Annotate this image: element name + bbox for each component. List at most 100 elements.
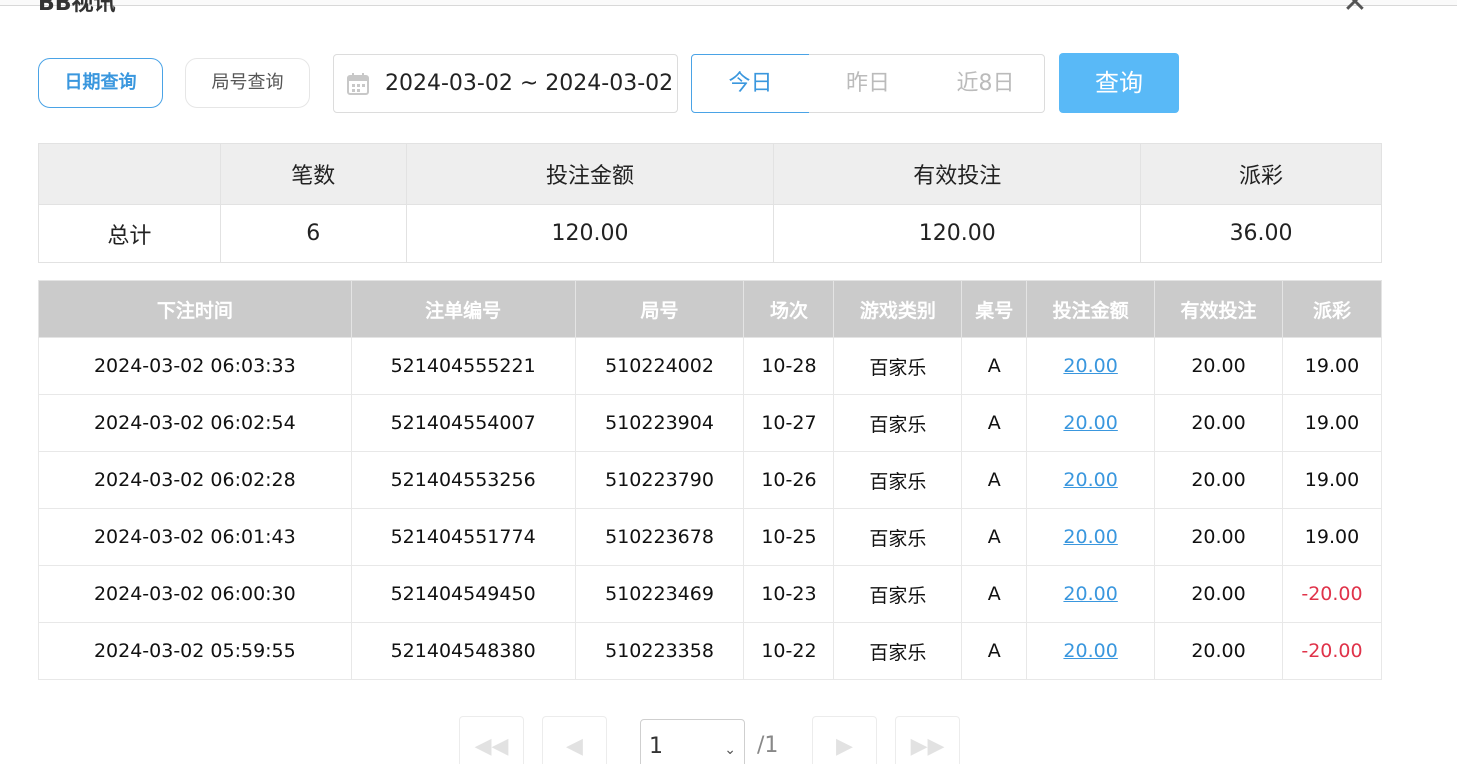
bet-amount-link[interactable]: 20.00	[1026, 622, 1156, 680]
dialog-title: BB视讯	[38, 0, 116, 16]
table-no-cell: A	[961, 508, 1028, 566]
close-icon[interactable]: ✕	[1340, 0, 1370, 18]
valid-bet-cell: 20.00	[1154, 508, 1283, 566]
query-button[interactable]: 查询	[1059, 53, 1179, 113]
header-payout: 派彩	[1281, 280, 1383, 338]
bet-id-cell: 521404554007	[350, 394, 576, 452]
chevron-down-icon: ⌄	[724, 742, 736, 758]
table-no-cell: A	[961, 394, 1028, 452]
summary-cell: 120.00	[405, 204, 775, 263]
summary-header-cell	[38, 143, 221, 205]
session-cell: 10-23	[743, 565, 835, 623]
first-page-button[interactable]: ◀◀	[459, 716, 524, 764]
bet-amount-link[interactable]: 20.00	[1026, 337, 1156, 395]
valid-bet-cell: 20.00	[1154, 337, 1283, 395]
summary-header-cell: 笔数	[219, 143, 407, 205]
last-8-days-button[interactable]: 近8日	[927, 54, 1045, 113]
table-row: 2024-03-02 05:59:55 521404548380 5102233…	[38, 622, 1383, 680]
payout-cell: 19.00	[1281, 508, 1383, 566]
bet-time-cell: 2024-03-02 06:03:33	[38, 337, 352, 395]
table-no-cell: A	[961, 565, 1028, 623]
prev-page-button[interactable]: ◀	[542, 716, 607, 764]
bet-time-cell: 2024-03-02 05:59:55	[38, 622, 352, 680]
valid-bet-cell: 20.00	[1154, 622, 1283, 680]
table-no-cell: A	[961, 451, 1028, 509]
table-row: 2024-03-02 06:02:54 521404554007 5102239…	[38, 394, 1383, 452]
table-no-cell: A	[961, 337, 1028, 395]
header-bet-id: 注单编号	[350, 280, 576, 338]
bet-id-cell: 521404555221	[350, 337, 576, 395]
bet-amount-link[interactable]: 20.00	[1026, 451, 1156, 509]
bet-id-cell: 521404551774	[350, 508, 576, 566]
calendar-icon	[347, 73, 369, 95]
table-no-cell: A	[961, 622, 1028, 680]
game-type-cell: 百家乐	[833, 337, 963, 395]
game-type-cell: 百家乐	[833, 451, 963, 509]
round-no-cell: 510223678	[574, 508, 745, 566]
summary-header-cell: 投注金额	[405, 143, 775, 205]
valid-bet-cell: 20.00	[1154, 565, 1283, 623]
valid-bet-cell: 20.00	[1154, 394, 1283, 452]
today-button[interactable]: 今日	[691, 54, 810, 113]
session-cell: 10-26	[743, 451, 835, 509]
table-row: 2024-03-02 06:03:33 521404555221 5102240…	[38, 337, 1383, 395]
header-bet-amount: 投注金额	[1026, 280, 1156, 338]
payout-cell: -20.00	[1281, 565, 1383, 623]
header-table-no: 桌号	[961, 280, 1028, 338]
bet-amount-link[interactable]: 20.00	[1026, 508, 1156, 566]
window-top-border	[0, 0, 1457, 6]
round-no-cell: 510223469	[574, 565, 745, 623]
session-cell: 10-27	[743, 394, 835, 452]
summary-table: 笔数 投注金额 有效投注 派彩 总计 6 120.00 120.00 36.00	[38, 143, 1382, 263]
next-page-button[interactable]: ▶	[812, 716, 877, 764]
page-select-value: 1	[649, 734, 663, 759]
round-no-cell: 510224002	[574, 337, 745, 395]
payout-cell: 19.00	[1281, 451, 1383, 509]
round-no-cell: 510223904	[574, 394, 745, 452]
summary-cell: 120.00	[773, 204, 1142, 263]
detail-header-row: 下注时间 注单编号 局号 场次 游戏类别 桌号 投注金额 有效投注 派彩	[38, 280, 1383, 338]
round-query-button[interactable]: 局号查询	[185, 58, 310, 108]
payout-cell: -20.00	[1281, 622, 1383, 680]
header-bet-time: 下注时间	[38, 280, 352, 338]
valid-bet-cell: 20.00	[1154, 451, 1283, 509]
summary-cell: 总计	[38, 204, 221, 263]
date-query-button[interactable]: 日期查询	[38, 58, 163, 108]
bet-detail-table: 下注时间 注单编号 局号 场次 游戏类别 桌号 投注金额 有效投注 派彩 202…	[38, 280, 1383, 680]
header-round-no: 局号	[574, 280, 745, 338]
summary-header-row: 笔数 投注金额 有效投注 派彩	[38, 143, 1382, 205]
table-row: 2024-03-02 06:02:28 521404553256 5102237…	[38, 451, 1383, 509]
bet-id-cell: 521404549450	[350, 565, 576, 623]
last-page-button[interactable]: ▶▶	[895, 716, 960, 764]
game-type-cell: 百家乐	[833, 394, 963, 452]
yesterday-button[interactable]: 昨日	[809, 54, 928, 113]
summary-cell: 6	[219, 204, 407, 263]
bet-id-cell: 521404548380	[350, 622, 576, 680]
bet-amount-link[interactable]: 20.00	[1026, 394, 1156, 452]
session-cell: 10-28	[743, 337, 835, 395]
header-session: 场次	[743, 280, 835, 338]
table-row: 2024-03-02 06:01:43 521404551774 5102236…	[38, 508, 1383, 566]
date-range-value: 2024-03-02 ~ 2024-03-02	[385, 71, 674, 96]
header-valid-bet: 有效投注	[1154, 280, 1283, 338]
summary-cell: 36.00	[1140, 204, 1382, 263]
bet-time-cell: 2024-03-02 06:02:54	[38, 394, 352, 452]
page-total: /1	[757, 733, 779, 758]
payout-cell: 19.00	[1281, 337, 1383, 395]
game-type-cell: 百家乐	[833, 622, 963, 680]
summary-header-cell: 派彩	[1140, 143, 1382, 205]
page-select[interactable]: 1 ⌄	[640, 719, 745, 764]
game-type-cell: 百家乐	[833, 508, 963, 566]
summary-total-row: 总计 6 120.00 120.00 36.00	[38, 204, 1382, 263]
payout-cell: 19.00	[1281, 394, 1383, 452]
summary-header-cell: 有效投注	[773, 143, 1142, 205]
bet-amount-link[interactable]: 20.00	[1026, 565, 1156, 623]
table-row: 2024-03-02 06:00:30 521404549450 5102234…	[38, 565, 1383, 623]
date-range-input[interactable]: 2024-03-02 ~ 2024-03-02	[333, 54, 678, 113]
session-cell: 10-25	[743, 508, 835, 566]
round-no-cell: 510223358	[574, 622, 745, 680]
round-no-cell: 510223790	[574, 451, 745, 509]
bet-time-cell: 2024-03-02 06:02:28	[38, 451, 352, 509]
session-cell: 10-22	[743, 622, 835, 680]
bet-id-cell: 521404553256	[350, 451, 576, 509]
